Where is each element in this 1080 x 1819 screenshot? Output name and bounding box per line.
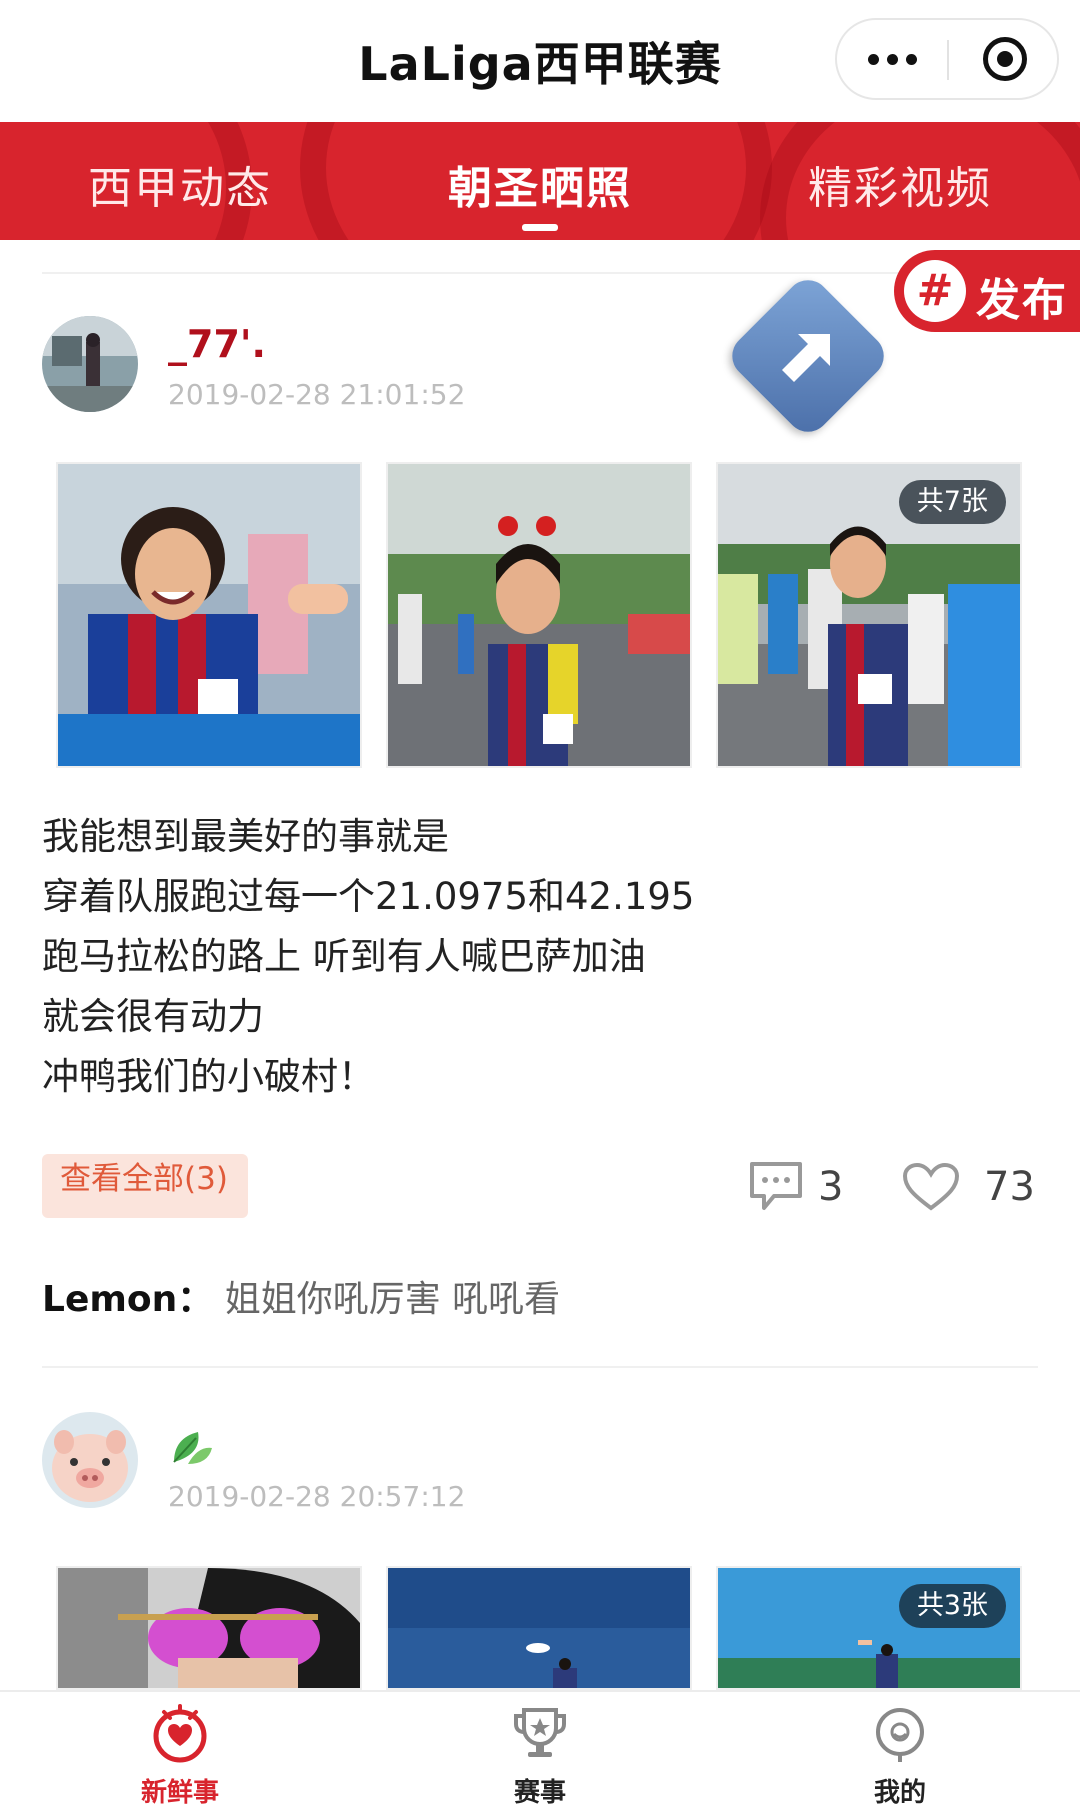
trophy-icon: [510, 1704, 570, 1764]
avatar[interactable]: [42, 316, 138, 412]
publish-button[interactable]: # 发布: [894, 250, 1080, 332]
caption-line: 我能想到最美好的事就是: [42, 815, 449, 858]
comment-text: 姐姐你吼厉害 吼吼看: [224, 1279, 561, 1320]
nav-profile[interactable]: 我的: [720, 1692, 1080, 1819]
top-comment[interactable]: Lemon： 姐姐你吼厉害 吼吼看: [42, 1270, 560, 1322]
avatar[interactable]: [42, 1412, 138, 1508]
post-photo[interactable]: 共3张: [716, 1566, 1022, 1690]
divider: [42, 1366, 1038, 1368]
nav-fresh-news[interactable]: 新鲜事: [0, 1692, 360, 1819]
post-timestamp: 2019-02-28 20:57:12: [168, 1480, 466, 1513]
comment-author: Lemon：: [42, 1279, 214, 1320]
active-tab-indicator: [522, 224, 558, 231]
photo-count-badge: 共3张: [898, 1584, 1006, 1628]
capsule-divider: [947, 40, 949, 80]
nav-label: 我的: [873, 1778, 926, 1808]
profile-icon: [870, 1704, 930, 1764]
caption-line: 就会很有动力: [42, 995, 264, 1038]
leaf-icon: [168, 1424, 216, 1468]
caption-line: 穿着队服跑过每一个21.0975和42.195: [42, 875, 695, 918]
caption-line: 冲鸭我们的小破村！: [42, 1055, 375, 1098]
photo-count-badge: 共7张: [898, 480, 1006, 524]
post-photo[interactable]: [56, 462, 362, 768]
title-bar: LaLiga西甲联赛: [0, 0, 1080, 122]
publish-label: 发布: [976, 275, 1068, 326]
bottom-navigation: 新鲜事 赛事 我的: [0, 1690, 1080, 1817]
likes-count: 73: [984, 1164, 1035, 1210]
username[interactable]: _77'.: [168, 322, 266, 366]
heart-icon[interactable]: [902, 1162, 960, 1212]
close-target-icon[interactable]: [983, 37, 1027, 81]
post-photo[interactable]: 共7张: [716, 462, 1022, 768]
caption-line: 跑马拉松的路上 听到有人喊巴萨加油: [42, 935, 646, 978]
up-right-arrow-icon: [723, 271, 893, 441]
hashtag-icon: #: [904, 260, 966, 322]
tab-pilgrim-photos[interactable]: 朝圣晒照: [360, 152, 720, 216]
tab-videos[interactable]: 精彩视频: [720, 152, 1080, 216]
nav-matches[interactable]: 赛事: [360, 1692, 720, 1819]
post-photo[interactable]: [386, 462, 692, 768]
tab-laliga-news[interactable]: 西甲动态: [0, 152, 360, 216]
more-menu-icon[interactable]: [837, 20, 947, 98]
post-photo[interactable]: [386, 1566, 692, 1690]
post-photo[interactable]: [56, 1566, 362, 1690]
post-timestamp: 2019-02-28 21:01:52: [168, 378, 466, 411]
category-tabs: 西甲动态 朝圣晒照 精彩视频: [0, 122, 1080, 240]
view-all-button[interactable]: 查看全部(3): [42, 1154, 248, 1218]
comments-count: 3: [818, 1164, 844, 1210]
nav-label: 赛事: [513, 1778, 566, 1808]
comment-icon[interactable]: [748, 1160, 804, 1212]
mini-program-capsule: [835, 18, 1059, 100]
fresh-news-icon: [150, 1704, 210, 1764]
nav-label: 新鲜事: [140, 1778, 219, 1808]
divider: [42, 272, 1038, 274]
